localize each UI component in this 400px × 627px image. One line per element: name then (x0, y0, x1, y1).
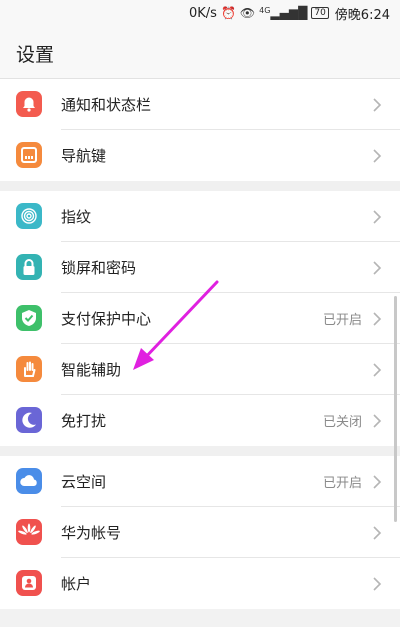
status-bar: 0K/s ⏰ 👁 4G▂▄▆█ 70 傍晚6:24 (0, 0, 400, 26)
alarm-icon: ⏰ (220, 6, 236, 20)
hand-icon (16, 356, 42, 382)
battery-icon: 70 (311, 7, 329, 19)
settings-row-status: 已开启 (322, 476, 362, 491)
settings-row-label: 通知和状态栏 (61, 96, 152, 114)
settings-row[interactable]: 华为帐号 (0, 507, 400, 558)
settings-row-label: 免打扰 (61, 412, 107, 430)
bell-icon (16, 91, 42, 117)
settings-row[interactable]: 云空间 已开启 (0, 456, 400, 507)
chevron-right-icon (370, 97, 384, 113)
moon-icon (16, 407, 42, 433)
lock-icon (16, 254, 42, 280)
settings-row[interactable]: 通知和状态栏 (0, 79, 400, 130)
settings-row-label: 指纹 (61, 208, 92, 226)
fingerprint-icon (16, 203, 42, 229)
settings-group: 云空间 已开启华为帐号帐户 (0, 456, 400, 609)
chevron-right-icon (370, 311, 384, 327)
settings-row-label: 支付保护中心 (61, 310, 152, 328)
settings-row-label: 帐户 (61, 575, 92, 593)
group-spacer (0, 181, 400, 191)
settings-list: 通知和状态栏 导航键 指纹 锁屏和密码 支付保护中心 已开启 智能辅助 免打扰 已关闭 云空间 已开… (0, 79, 400, 609)
network-speed: 0K/s (188, 5, 217, 21)
account-icon (16, 570, 42, 596)
network-type: 4G (259, 6, 271, 15)
chevron-right-icon (370, 260, 384, 276)
eye-icon: 👁 (239, 6, 256, 20)
chevron-right-icon (370, 148, 384, 164)
shield-check-icon (16, 305, 42, 331)
settings-row[interactable]: 指纹 (0, 191, 400, 242)
settings-row[interactable]: 导航键 (0, 130, 400, 181)
settings-row-status: 已开启 (322, 313, 362, 328)
signal-icon: 4G▂▄▆█ (259, 6, 308, 20)
settings-row-label: 华为帐号 (61, 524, 122, 542)
clock: 傍晚6:24 (334, 7, 390, 23)
chevron-right-icon (370, 525, 384, 541)
settings-group: 指纹锁屏和密码支付保护中心 已开启智能辅助免打扰 已关闭 (0, 191, 400, 446)
settings-row[interactable]: 免打扰 已关闭 (0, 395, 400, 446)
settings-row-status: 已关闭 (322, 415, 362, 430)
settings-row-label: 导航键 (61, 147, 107, 165)
header: 设置 (0, 26, 400, 79)
chevron-right-icon (370, 413, 384, 429)
navigation-key-icon (16, 142, 42, 168)
page-title: 设置 (16, 44, 55, 66)
settings-row[interactable]: 智能辅助 (0, 344, 400, 395)
settings-row[interactable]: 支付保护中心 已开启 (0, 293, 400, 344)
cloud-icon (16, 468, 42, 494)
settings-row-label: 锁屏和密码 (61, 259, 137, 277)
huawei-logo-icon (16, 519, 42, 545)
settings-row-label: 云空间 (61, 473, 107, 491)
settings-row[interactable]: 帐户 (0, 558, 400, 609)
settings-row-label: 智能辅助 (61, 361, 122, 379)
settings-row[interactable]: 锁屏和密码 (0, 242, 400, 293)
chevron-right-icon (370, 576, 384, 592)
group-spacer (0, 446, 400, 456)
chevron-right-icon (370, 362, 384, 378)
chevron-right-icon (370, 474, 384, 490)
scrollbar[interactable] (394, 296, 397, 522)
chevron-right-icon (370, 209, 384, 225)
settings-group: 通知和状态栏 导航键 (0, 79, 400, 181)
